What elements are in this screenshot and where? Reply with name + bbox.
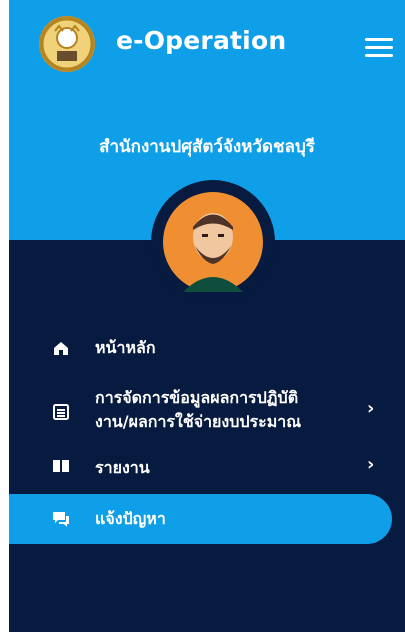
sidebar-item-label: รายงาน [95,458,150,477]
sidebar-item-report-issue[interactable]: แจ้งปัญหา [9,494,392,544]
sidebar-item-label-line2: งาน/ผลการใช้จ่ายงบประมาณ [95,412,302,431]
sidebar-item-label: หน้าหลัก [95,338,156,357]
sidebar-item-label-line1: การจัดการข้อมูลผลการปฏิบัติ [95,388,299,407]
calendar-icon [51,402,71,422]
chevron-right-icon: › [367,454,375,475]
book-icon [51,456,71,476]
sidebar-nav: หน้าหลัก การจัดการข้อมูลผลการปฏิบัติ งาน… [9,330,405,544]
sidebar-item-label: แจ้งปัญหา [95,509,166,528]
sidebar-item-home[interactable]: หน้าหลัก [9,336,405,382]
office-name: สำนักงานปศุสัตว์จังหวัดชลบุรี [99,137,315,157]
user-avatar-icon [163,192,263,292]
hamburger-icon [365,46,393,49]
hamburger-icon [365,54,393,57]
agency-logo [39,16,95,72]
logo-emblem-icon [40,17,94,71]
avatar[interactable] [163,192,263,292]
sidebar-item-data-management[interactable]: การจัดการข้อมูลผลการปฏิบัติ งาน/ผลการใช้… [9,382,405,446]
hamburger-icon [365,38,393,41]
chevron-right-icon: › [367,398,375,419]
app-sidebar: e-Operation สำนักงานปศุสัตว์จังหวัดชลบุร… [9,0,405,632]
chat-icon [51,509,71,529]
app-title: e-Operation [116,26,287,55]
home-icon [51,338,71,358]
menu-toggle-button[interactable] [365,38,393,58]
sidebar-item-report[interactable]: รายงาน › [9,452,405,498]
